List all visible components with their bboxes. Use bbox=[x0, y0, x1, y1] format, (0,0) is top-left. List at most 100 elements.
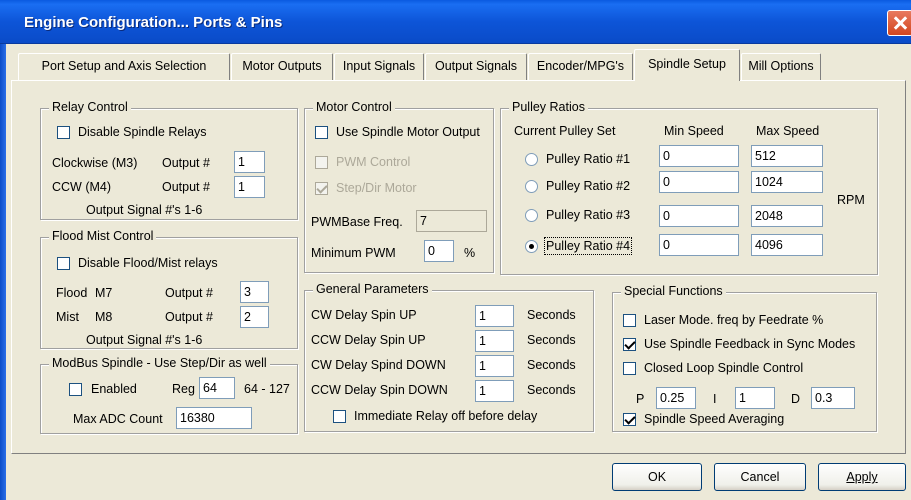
cancel-button[interactable]: Cancel bbox=[714, 463, 806, 491]
mist-label: Mist bbox=[56, 310, 79, 324]
ccw-delay-down-input[interactable]: 1 bbox=[475, 380, 514, 402]
modbus-title: ModBus Spindle - Use Step/Dir as well bbox=[49, 356, 270, 370]
disable-flood-mist-checkbox[interactable] bbox=[57, 257, 70, 270]
current-pulley-label: Current Pulley Set bbox=[514, 124, 616, 138]
mist-output-label: Output # bbox=[165, 310, 213, 324]
modbus-reg-label: Reg bbox=[172, 382, 195, 396]
i-label: I bbox=[713, 392, 717, 406]
pulley-4-min-input[interactable]: 0 bbox=[659, 234, 739, 256]
disable-spindle-relays-checkbox[interactable] bbox=[57, 126, 70, 139]
modbus-enabled-checkbox[interactable] bbox=[69, 383, 82, 396]
ccw-delay-down-label: CCW Delay Spin DOWN bbox=[311, 383, 448, 397]
ok-button[interactable]: OK bbox=[612, 463, 702, 491]
cw-delay-up-label: CW Delay Spin UP bbox=[311, 308, 417, 322]
pulley-3-min-input[interactable]: 0 bbox=[659, 205, 739, 227]
cw-delay-down-unit: Seconds bbox=[527, 358, 576, 372]
tab-spindle-setup[interactable]: Spindle Setup bbox=[634, 49, 740, 81]
flood-mist-output-range: Output Signal #'s 1-6 bbox=[86, 333, 203, 347]
p-input[interactable]: 0.25 bbox=[656, 387, 696, 409]
rpm-label: RPM bbox=[837, 193, 865, 207]
pulley-3-max-input[interactable]: 2048 bbox=[751, 205, 823, 227]
pwm-control-label: PWM Control bbox=[336, 155, 411, 169]
ccw-label: CCW (M4) bbox=[52, 180, 112, 194]
laser-mode-label: Laser Mode. freq by Feedrate % bbox=[644, 313, 824, 327]
spindle-feedback-checkbox[interactable] bbox=[623, 338, 636, 351]
tab-motor-outputs[interactable]: Motor Outputs bbox=[231, 53, 333, 80]
step-dir-checkbox[interactable] bbox=[315, 182, 328, 195]
general-parameters-title: General Parameters bbox=[313, 282, 432, 296]
pulley-ratio-1-label: Pulley Ratio #1 bbox=[546, 152, 631, 166]
disable-spindle-relays-label: Disable Spindle Relays bbox=[78, 125, 207, 139]
immediate-relay-label: Immediate Relay off before delay bbox=[354, 409, 538, 423]
pulley-ratio-2-radio[interactable] bbox=[525, 180, 538, 193]
step-dir-label: Step/Dir Motor bbox=[336, 181, 417, 195]
cw-delay-down-input[interactable]: 1 bbox=[475, 355, 514, 377]
special-functions-title: Special Functions bbox=[621, 284, 726, 298]
modbus-reg-input[interactable]: 64 bbox=[199, 377, 235, 399]
i-input[interactable]: 1 bbox=[735, 387, 775, 409]
closed-loop-label: Closed Loop Spindle Control bbox=[644, 361, 804, 375]
speed-averaging-label: Spindle Speed Averaging bbox=[644, 412, 785, 426]
tab-input-signals[interactable]: Input Signals bbox=[334, 53, 424, 80]
max-adc-label: Max ADC Count bbox=[73, 412, 163, 426]
pulley-2-max-input[interactable]: 1024 bbox=[751, 171, 823, 193]
spindle-feedback-label: Use Spindle Feedback in Sync Modes bbox=[644, 337, 856, 351]
d-input[interactable]: 0.3 bbox=[811, 387, 855, 409]
pwm-control-checkbox[interactable] bbox=[315, 156, 328, 169]
window-title: Engine Configuration... Ports & Pins bbox=[24, 14, 283, 31]
relay-control-title: Relay Control bbox=[49, 100, 131, 114]
ccw-delay-down-unit: Seconds bbox=[527, 383, 576, 397]
ccw-output-input[interactable]: 1 bbox=[234, 176, 265, 198]
min-speed-header: Min Speed bbox=[664, 124, 724, 138]
flood-output-label: Output # bbox=[165, 286, 213, 300]
pulley-ratio-4-radio[interactable] bbox=[525, 240, 538, 253]
window-frame bbox=[0, 44, 6, 500]
speed-averaging-checkbox[interactable] bbox=[623, 413, 636, 426]
flood-label: Flood bbox=[56, 286, 88, 300]
tab-port-setup[interactable]: Port Setup and Axis Selection bbox=[18, 53, 230, 80]
modbus-reg-range: 64 - 127 bbox=[244, 382, 290, 396]
cw-output-input[interactable]: 1 bbox=[234, 151, 265, 173]
pulley-2-min-input[interactable]: 0 bbox=[659, 171, 739, 193]
pulley-ratio-2-label: Pulley Ratio #2 bbox=[546, 179, 631, 193]
pulley-1-min-input[interactable]: 0 bbox=[659, 145, 739, 167]
cw-output-label: Output # bbox=[162, 156, 210, 170]
pulley-ratio-1-radio[interactable] bbox=[525, 153, 538, 166]
close-icon[interactable] bbox=[887, 10, 911, 36]
use-spindle-motor-checkbox[interactable] bbox=[315, 126, 328, 139]
relay-output-range: Output Signal #'s 1-6 bbox=[86, 203, 203, 217]
pwm-base-label: PWMBase Freq. bbox=[311, 215, 403, 229]
d-label: D bbox=[791, 392, 801, 406]
min-pwm-input[interactable]: 0 bbox=[424, 240, 454, 262]
ccw-delay-up-label: CCW Delay Spin UP bbox=[311, 333, 426, 347]
cw-delay-down-label: CW Delay Spind DOWN bbox=[311, 358, 446, 372]
p-label: P bbox=[636, 392, 645, 406]
flood-output-input[interactable]: 3 bbox=[240, 281, 269, 303]
min-pwm-unit: % bbox=[464, 246, 476, 260]
motor-control-title: Motor Control bbox=[313, 100, 395, 114]
disable-flood-mist-label: Disable Flood/Mist relays bbox=[78, 256, 218, 270]
pulley-ratio-4-label: Pulley Ratio #4 bbox=[543, 237, 633, 255]
clockwise-label: Clockwise (M3) bbox=[52, 156, 138, 170]
pwm-base-input[interactable]: 7 bbox=[416, 210, 487, 232]
tab-mill-options[interactable]: Mill Options bbox=[741, 53, 821, 80]
cw-delay-up-input[interactable]: 1 bbox=[475, 305, 514, 327]
max-adc-input[interactable]: 16380 bbox=[176, 407, 252, 429]
mist-code: M8 bbox=[95, 310, 113, 324]
min-pwm-label: Minimum PWM bbox=[311, 246, 396, 260]
ccw-output-label: Output # bbox=[162, 180, 210, 194]
immediate-relay-checkbox[interactable] bbox=[333, 410, 346, 423]
pulley-ratio-3-radio[interactable] bbox=[525, 209, 538, 222]
tab-output-signals[interactable]: Output Signals bbox=[425, 53, 527, 80]
tab-encoder-mpg[interactable]: Encoder/MPG's bbox=[528, 53, 633, 80]
pulley-1-max-input[interactable]: 512 bbox=[751, 145, 823, 167]
apply-button[interactable]: Apply bbox=[818, 463, 906, 491]
pulley-ratios-title: Pulley Ratios bbox=[509, 100, 588, 114]
pulley-4-max-input[interactable]: 4096 bbox=[751, 234, 823, 256]
closed-loop-checkbox[interactable] bbox=[623, 362, 636, 375]
mist-output-input[interactable]: 2 bbox=[240, 306, 269, 328]
laser-mode-checkbox[interactable] bbox=[623, 314, 636, 327]
ccw-delay-up-unit: Seconds bbox=[527, 333, 576, 347]
ccw-delay-up-input[interactable]: 1 bbox=[475, 330, 514, 352]
cw-delay-up-unit: Seconds bbox=[527, 308, 576, 322]
